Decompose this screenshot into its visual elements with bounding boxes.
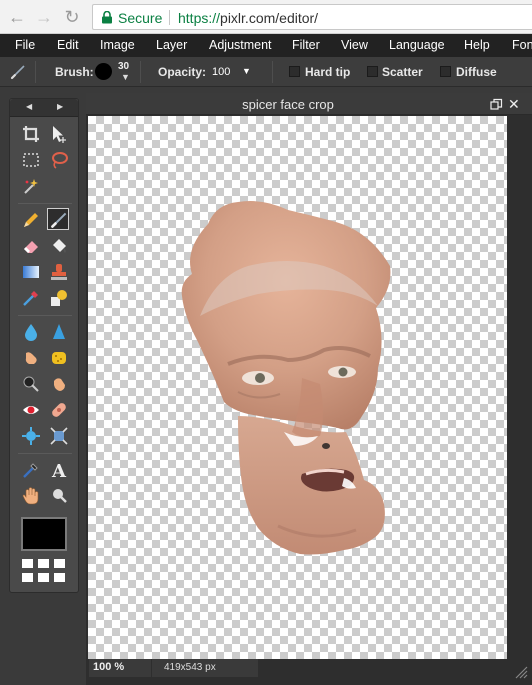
hard-tip-checkbox[interactable] (289, 66, 300, 77)
menu-layer[interactable]: Layer (156, 38, 187, 52)
menu-help[interactable]: Help (464, 38, 490, 52)
blur-tool-icon[interactable] (20, 321, 42, 343)
tools-panel: ◀ ▶ A (9, 98, 79, 593)
color-replace-tool-icon[interactable] (20, 287, 42, 309)
zoom-unit: % (114, 661, 125, 673)
bloat-tool-icon[interactable] (20, 425, 42, 447)
address-separator (169, 10, 170, 25)
menu-image[interactable]: Image (100, 38, 135, 52)
burn-tool-icon[interactable] (48, 373, 70, 395)
document-statusbar: 100 % 419x543 px (86, 659, 532, 685)
gradient-tool-icon[interactable] (20, 261, 42, 283)
menu-language[interactable]: Language (389, 38, 445, 52)
dodge-tool-icon[interactable] (20, 373, 42, 395)
lock-icon (102, 11, 112, 24)
forward-arrow-icon[interactable]: → (33, 6, 55, 28)
layout-grid-icon[interactable] (22, 573, 33, 582)
collapse-left-icon[interactable]: ◀ (26, 102, 32, 111)
tool-divider (18, 203, 72, 204)
reload-icon[interactable]: ↻ (61, 6, 83, 28)
brush-label: Brush: (55, 65, 94, 79)
zoom-field[interactable]: 100 % (89, 659, 151, 677)
tools-panel-header: ◀ ▶ (10, 99, 78, 117)
svg-text:A: A (51, 461, 67, 481)
tool-divider (18, 453, 72, 454)
url-scheme: https:// (178, 10, 221, 26)
document-window: spicer face crop ✕ 100 % 419x543 px (86, 93, 532, 685)
document-titlebar[interactable]: spicer face crop ✕ (86, 93, 532, 115)
opacity-dropdown-icon[interactable]: ▼ (242, 66, 251, 76)
tool-divider (18, 315, 72, 316)
close-window-icon[interactable]: ✕ (508, 97, 520, 111)
drawing-tool-icon[interactable] (48, 287, 70, 309)
move-tool-icon[interactable] (48, 123, 70, 145)
opacity-value[interactable]: 100 (212, 66, 230, 78)
brush-tool-button[interactable] (47, 208, 69, 230)
menu-font[interactable]: Fon (512, 38, 532, 52)
document-title: spicer face crop (242, 97, 334, 112)
marquee-tool-icon[interactable] (20, 149, 42, 171)
lasso-tool-icon[interactable] (48, 149, 70, 171)
diffuse-label: Diffuse (456, 65, 497, 79)
type-tool-icon[interactable]: A (48, 459, 70, 481)
secure-label: Secure (118, 10, 163, 26)
hand-tool-icon[interactable] (20, 485, 42, 507)
menu-bar: File Edit Image Layer Adjustment Filter … (0, 34, 532, 57)
diffuse-checkbox[interactable] (440, 66, 451, 77)
sharpen-tool-icon[interactable] (48, 321, 70, 343)
options-divider (272, 61, 273, 83)
menu-edit[interactable]: Edit (57, 38, 79, 52)
spot-heal-tool-icon[interactable] (48, 399, 70, 421)
address-bar[interactable]: Secure https://pixlr.com/editor/ (92, 4, 532, 30)
face-cutout-image (181, 201, 391, 555)
smudge-tool-icon[interactable] (20, 347, 42, 369)
red-eye-tool-icon[interactable] (20, 399, 42, 421)
scatter-label: Scatter (382, 65, 423, 79)
magic-wand-tool-icon[interactable] (20, 175, 42, 197)
brush-preview-dot[interactable] (95, 63, 112, 80)
image-dimensions: 419x543 px (152, 659, 258, 677)
options-divider (140, 61, 141, 83)
opacity-label: Opacity: (158, 65, 207, 79)
collapse-right-icon[interactable]: ▶ (57, 102, 63, 111)
zoom-tool-icon[interactable] (48, 485, 70, 507)
paint-bucket-tool-icon[interactable] (48, 235, 70, 257)
url-path: /editor/ (275, 10, 319, 26)
clone-stamp-tool-icon[interactable] (48, 261, 70, 283)
sponge-tool-icon[interactable] (48, 347, 70, 369)
options-divider (35, 61, 36, 83)
pinch-tool-icon[interactable] (48, 425, 70, 447)
brush-size-dropdown-icon[interactable]: ▼ (121, 72, 130, 82)
menu-view[interactable]: View (341, 38, 368, 52)
primary-color-swatch[interactable] (21, 517, 67, 551)
color-picker-tool-icon[interactable] (20, 459, 42, 481)
browser-toolbar: ← → ↻ Secure https://pixlr.com/editor/ (0, 0, 532, 34)
scatter-checkbox[interactable] (367, 66, 378, 77)
image-canvas[interactable] (88, 116, 507, 659)
layout-grid-icon[interactable] (54, 573, 65, 582)
brush-size-value[interactable]: 30 (118, 61, 129, 72)
layout-grid-icon[interactable] (54, 559, 65, 568)
restore-window-icon[interactable] (490, 98, 503, 111)
eraser-tool-icon[interactable] (20, 235, 42, 257)
pencil-tool-icon[interactable] (20, 209, 42, 231)
back-arrow-icon[interactable]: ← (6, 6, 28, 28)
zoom-value: 100 (93, 661, 112, 673)
layout-grid-icon[interactable] (22, 559, 33, 568)
layout-grid-icon[interactable] (38, 559, 49, 568)
crop-tool-icon[interactable] (20, 123, 42, 145)
menu-file[interactable]: File (15, 38, 35, 52)
hard-tip-label: Hard tip (305, 65, 351, 79)
menu-adjustment[interactable]: Adjustment (209, 38, 272, 52)
brush-tool-icon (10, 65, 25, 80)
url-host: pixlr.com (220, 10, 276, 26)
layout-grid-icon[interactable] (38, 573, 49, 582)
url-text[interactable]: https://pixlr.com/editor/ (178, 10, 318, 26)
resize-grip-icon[interactable] (512, 665, 528, 679)
tool-options-bar: Brush: 30 ▼ Opacity: 100 ▼ Hard tip Scat… (0, 57, 532, 87)
menu-filter[interactable]: Filter (292, 38, 320, 52)
